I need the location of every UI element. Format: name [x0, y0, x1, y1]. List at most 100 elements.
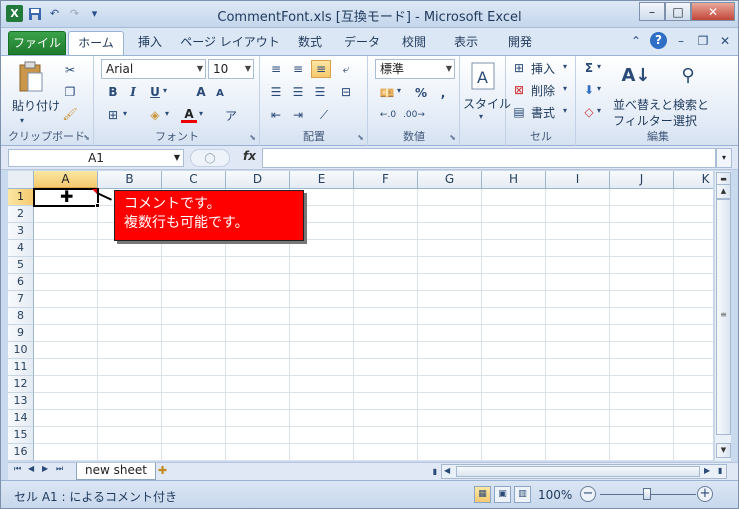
row-header[interactable]: 15 [8, 427, 34, 444]
fx-icon[interactable]: fx [243, 149, 256, 163]
name-box[interactable]: A1 ▼ [8, 149, 184, 167]
close-doc-icon[interactable]: ✕ [717, 34, 733, 48]
minimize-ribbon-icon[interactable]: ⌃ [628, 34, 644, 48]
vertical-scrollbar[interactable]: ▬ ▲ ≡ ▼ [714, 171, 731, 461]
zoom-level[interactable]: 100% [538, 488, 572, 502]
row-header[interactable]: 5 [8, 257, 34, 274]
row-header[interactable]: 11 [8, 359, 34, 376]
number-format-combo[interactable]: 標準 ▼ [375, 59, 455, 79]
align-bottom-icon[interactable]: ≡ [311, 60, 331, 78]
maximize-icon[interactable]: □ [665, 2, 691, 21]
bold-button[interactable]: B [105, 84, 121, 100]
insert-dropdown-icon[interactable]: ▾ [563, 62, 567, 71]
row-header[interactable]: 1 [8, 189, 34, 206]
tab-developer[interactable]: 開発 [500, 31, 540, 55]
fill-handle[interactable] [95, 203, 100, 208]
insert-cells-label[interactable]: 挿入 [531, 60, 555, 77]
formula-input[interactable] [262, 148, 716, 168]
column-header[interactable]: K [674, 171, 713, 189]
scroll-left-icon[interactable]: ◀ [444, 466, 450, 475]
format-dropdown-icon[interactable]: ▾ [563, 106, 567, 115]
phonetic-icon[interactable]: ア [223, 107, 239, 123]
zoom-in-icon[interactable]: + [697, 486, 713, 502]
paste-dropdown-icon[interactable]: ▾ [20, 116, 24, 125]
align-middle-icon[interactable]: ≡ [289, 60, 307, 78]
row-header[interactable]: 13 [8, 393, 34, 410]
font-color-dropdown-icon[interactable]: ▾ [199, 109, 203, 118]
column-header[interactable]: G [418, 171, 482, 189]
tab-view[interactable]: 表示 [446, 31, 486, 55]
column-header[interactable]: I [546, 171, 610, 189]
increase-decimal-icon[interactable]: ←.0 [377, 106, 399, 124]
font-size-combo[interactable]: 10 ▼ [208, 59, 254, 79]
currency-icon[interactable]: 💴 [377, 84, 397, 102]
fill-dropdown-icon[interactable]: ▾ [597, 84, 601, 93]
row-header[interactable]: 12 [8, 376, 34, 393]
column-header[interactable]: D [226, 171, 290, 189]
close-icon[interactable]: ✕ [691, 2, 735, 21]
increase-indent-icon[interactable]: ⇥ [289, 106, 307, 124]
row-header[interactable]: 8 [8, 308, 34, 325]
horizontal-scrollbar[interactable]: ◀ ▶ ▮ [441, 464, 727, 479]
tab-insert[interactable]: 挿入 [130, 31, 170, 55]
decrease-indent-icon[interactable]: ⇤ [267, 106, 285, 124]
delete-cells-label[interactable]: 削除 [531, 82, 555, 99]
sort-label[interactable]: 並べ替えと [613, 96, 673, 113]
autosum-icon[interactable]: Σ [581, 60, 597, 76]
hscroll-split-icon[interactable]: ▮ [718, 466, 722, 475]
row-header[interactable]: 4 [8, 240, 34, 257]
styles-icon[interactable]: A [469, 60, 497, 92]
italic-button[interactable]: I [125, 84, 141, 100]
first-sheet-icon[interactable]: ⏮ [14, 464, 21, 474]
font-name-combo[interactable]: Arial ▼ [101, 59, 206, 79]
underline-button[interactable]: U [147, 84, 163, 100]
font-launcher-icon[interactable]: ⬊ [249, 133, 256, 142]
format-cells-label[interactable]: 書式 [531, 104, 555, 121]
tab-file[interactable]: ファイル [8, 31, 66, 55]
tab-home[interactable]: ホーム [68, 31, 124, 56]
column-header[interactable]: C [162, 171, 226, 189]
scroll-thumb[interactable]: ≡ [716, 199, 731, 435]
cell-comment[interactable]: コメントです。 複数行も可能です。 [114, 190, 304, 241]
page-layout-view-icon[interactable]: ▣ [494, 486, 511, 503]
currency-dropdown-icon[interactable]: ▾ [397, 86, 401, 95]
row-header[interactable]: 14 [8, 410, 34, 427]
merge-center-icon[interactable]: ⊟ [337, 83, 355, 101]
clipboard-launcher-icon[interactable]: ⬊ [83, 133, 90, 142]
underline-dropdown-icon[interactable]: ▾ [163, 86, 167, 95]
page-break-view-icon[interactable]: ▥ [514, 486, 531, 503]
scroll-down-icon[interactable]: ▼ [716, 443, 731, 458]
zoom-slider-thumb[interactable] [643, 488, 651, 500]
last-sheet-icon[interactable]: ⏭ [56, 464, 63, 474]
shrink-font-button[interactable]: A [213, 86, 227, 100]
tab-review[interactable]: 校閲 [394, 31, 434, 55]
column-header[interactable]: E [290, 171, 354, 189]
filter-label[interactable]: フィルター [613, 112, 673, 129]
sort-filter-icon[interactable]: A↓ [621, 60, 651, 90]
align-right-icon[interactable]: ☰ [311, 83, 329, 101]
restore-doc-icon[interactable]: ❐ [695, 34, 711, 48]
hscroll-thumb[interactable] [456, 466, 700, 477]
zoom-out-icon[interactable]: − [580, 486, 596, 502]
border-icon[interactable]: ⊞ [105, 107, 121, 123]
decrease-decimal-icon[interactable]: .00→ [403, 106, 425, 124]
column-header[interactable]: J [610, 171, 674, 189]
percent-button[interactable]: % [413, 84, 429, 102]
binoculars-icon[interactable]: ⚲ [673, 60, 703, 90]
row-header[interactable]: 9 [8, 325, 34, 342]
row-header[interactable]: 6 [8, 274, 34, 291]
insert-cells-icon[interactable]: ⊞ [511, 60, 527, 76]
delete-dropdown-icon[interactable]: ▾ [563, 84, 567, 93]
paste-icon[interactable] [16, 60, 46, 94]
clear-dropdown-icon[interactable]: ▾ [597, 106, 601, 115]
font-color-button[interactable]: A [181, 107, 197, 123]
paste-label[interactable]: 貼り付け [12, 97, 60, 114]
format-painter-icon[interactable]: 🖌 [62, 106, 78, 122]
formula-bar-separator[interactable]: ◯ [190, 149, 230, 167]
expand-formula-icon[interactable]: ▾ [716, 148, 732, 168]
align-top-icon[interactable]: ≡ [267, 60, 285, 78]
sheet-tab-new-sheet[interactable]: new sheet [76, 463, 156, 480]
autosum-dropdown-icon[interactable]: ▾ [597, 62, 601, 71]
row-header[interactable]: 7 [8, 291, 34, 308]
minimize-doc-icon[interactable]: – [673, 34, 689, 48]
